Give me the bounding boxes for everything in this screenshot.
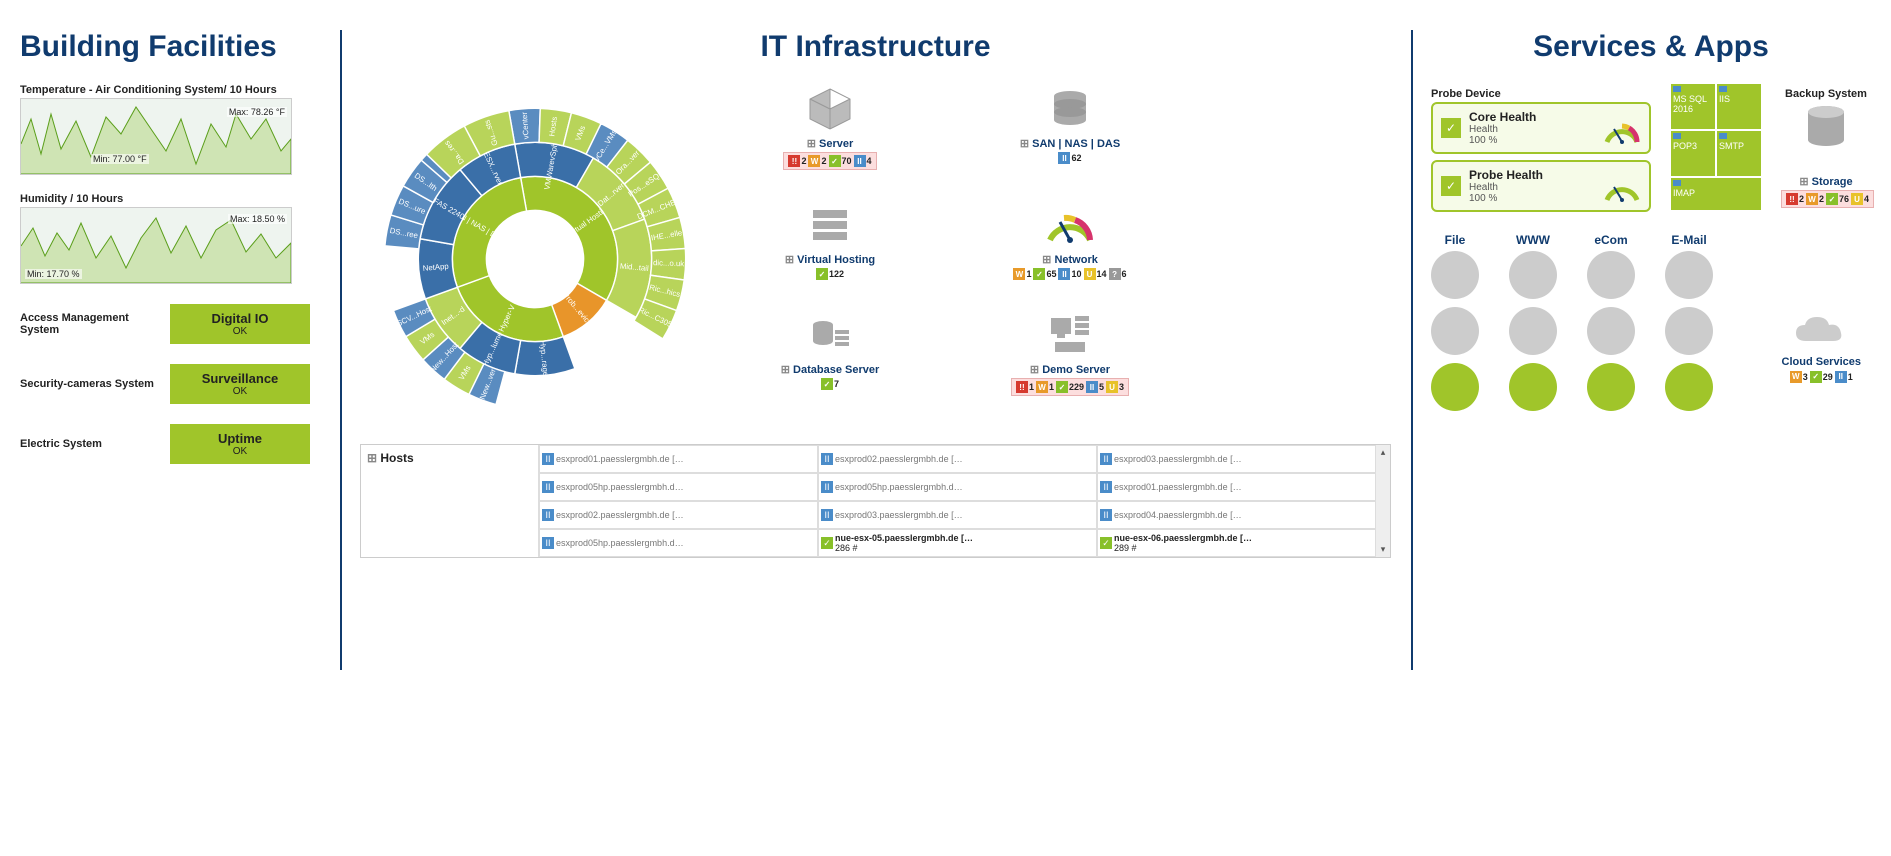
temp-chart[interactable]: Max: 78.26 °F Min: 77.00 °F — [20, 98, 292, 175]
hum-chart[interactable]: Max: 18.50 % Min: 17.70 % — [20, 207, 292, 284]
hosts-scrollbar[interactable]: ▴▾ — [1376, 445, 1390, 557]
host-cell[interactable]: IIesxprod03.paesslergmbh.de [… — [1097, 445, 1376, 473]
infra-tile[interactable]: Demo Server!!1W1✓229II5U3 — [980, 310, 1160, 396]
host-cell[interactable]: IIesxprod03.paesslergmbh.de [… — [818, 501, 1097, 529]
status-label: Security-cameras System — [20, 378, 170, 390]
status-badge[interactable]: ✓70 — [829, 155, 852, 167]
treemap-cell[interactable]: POP3 — [1671, 131, 1715, 176]
col2-title: IT Infrastructure — [360, 30, 1391, 64]
status-label: Electric System — [20, 438, 170, 450]
service-lights[interactable]: WWW — [1509, 233, 1557, 411]
treemap[interactable]: MS SQL 2016IISPOP3SMTPIMAP — [1671, 84, 1761, 223]
status-badge[interactable]: II5 — [1086, 381, 1104, 393]
divider — [340, 30, 342, 670]
storage-icon — [1801, 102, 1851, 152]
tile-icon — [740, 310, 920, 363]
host-cell[interactable]: IIesxprod05hp.paesslergmbh.d… — [539, 529, 818, 557]
status-badge[interactable]: W3 — [1790, 371, 1808, 383]
status-badge[interactable]: W1 — [1036, 381, 1054, 393]
status-badge[interactable]: W2 — [808, 155, 826, 167]
host-cell[interactable]: IIesxprod02.paesslergmbh.de [… — [818, 445, 1097, 473]
service-lights[interactable]: E-Mail — [1665, 233, 1713, 411]
status-badge[interactable]: II10 — [1058, 268, 1081, 280]
infra-tile[interactable]: Virtual Hosting✓122 — [740, 200, 920, 280]
status-badge[interactable]: U14 — [1084, 268, 1107, 280]
status-badge[interactable]: ✓65 — [1033, 268, 1056, 280]
status-badge[interactable]: U4 — [1851, 193, 1869, 205]
sunburst-chart[interactable]: Virtual HostingProb...eviceHyper-VSAN | … — [360, 84, 710, 434]
check-icon: ✓ — [1441, 176, 1461, 196]
host-cell[interactable]: IIesxprod01.paesslergmbh.de [… — [539, 445, 818, 473]
tile-icon — [980, 200, 1160, 253]
cloud-title[interactable]: Cloud Services — [1782, 356, 1861, 368]
status-tile[interactable]: Digital IOOK — [170, 304, 310, 344]
service-lights[interactable]: eCom — [1587, 233, 1635, 411]
treemap-cell[interactable]: IIS — [1717, 84, 1761, 129]
status-label: Access Management System — [20, 312, 170, 336]
tile-icon — [740, 84, 920, 137]
status-badge[interactable]: ✓7 — [821, 378, 839, 390]
status-badge[interactable]: W1 — [1013, 268, 1031, 280]
temp-max: Max: 78.26 °F — [227, 107, 287, 117]
infra-tile[interactable]: Server!!2W2✓70II4 — [740, 84, 920, 170]
tile-icon — [740, 200, 920, 253]
divider — [1411, 30, 1413, 670]
host-cell[interactable]: IIesxprod05hp.paesslergmbh.d… — [818, 473, 1097, 501]
host-cell[interactable]: IIesxprod04.paesslergmbh.de [… — [1097, 501, 1376, 529]
hum-min: Min: 17.70 % — [25, 269, 82, 279]
col1-title: Building Facilities — [20, 30, 330, 64]
status-badge[interactable]: II62 — [1058, 152, 1081, 164]
treemap-cell[interactable]: IMAP — [1671, 178, 1761, 210]
probe-card[interactable]: ✓Core HealthHealth100 % — [1431, 102, 1651, 154]
probe-card[interactable]: ✓Probe HealthHealth100 % — [1431, 160, 1651, 212]
col3-title: Services & Apps — [1431, 30, 1871, 64]
hosts-title: Hosts — [380, 451, 413, 465]
temp-chart-title: Temperature - Air Conditioning System/ 1… — [20, 84, 330, 96]
status-badge[interactable]: !!2 — [788, 155, 806, 167]
host-cell[interactable]: IIesxprod05hp.paesslergmbh.d… — [539, 473, 818, 501]
status-badge[interactable]: ✓29 — [1810, 371, 1833, 383]
status-badge[interactable]: W2 — [1806, 193, 1824, 205]
backup-title: Backup System — [1781, 88, 1871, 100]
hum-max: Max: 18.50 % — [228, 214, 287, 224]
status-badge[interactable]: !!2 — [1786, 193, 1804, 205]
status-badge[interactable]: II4 — [854, 155, 872, 167]
gauge-icon — [1601, 112, 1643, 146]
status-badge[interactable]: U3 — [1106, 381, 1124, 393]
service-lights[interactable]: File — [1431, 233, 1479, 411]
svg-text:dic...o.uk: dic...o.uk — [653, 258, 684, 268]
host-cell[interactable]: IIesxprod02.paesslergmbh.de [… — [539, 501, 818, 529]
probe-section-title: Probe Device — [1431, 88, 1651, 100]
gauge-icon — [1601, 170, 1643, 204]
status-tile[interactable]: UptimeOK — [170, 424, 310, 464]
svg-text:vCenter: vCenter — [520, 111, 531, 139]
status-badge[interactable]: II1 — [1835, 371, 1853, 383]
status-tile[interactable]: SurveillanceOK — [170, 364, 310, 404]
host-cell[interactable]: ✓nue-esx-06.paesslergmbh.de […289 # — [1097, 529, 1376, 557]
infra-tile[interactable]: SAN | NAS | DASII62 — [980, 84, 1160, 170]
status-badge[interactable]: ✓76 — [1826, 193, 1849, 205]
treemap-cell[interactable]: SMTP — [1717, 131, 1761, 176]
infra-tile[interactable]: Database Server✓7 — [740, 310, 920, 396]
storage-title[interactable]: Storage — [1799, 176, 1852, 188]
status-badge[interactable]: ?6 — [1109, 268, 1127, 280]
hosts-panel: ⊞ Hosts IIesxprod01.paesslergmbh.de […II… — [360, 444, 1391, 558]
treemap-cell[interactable]: MS SQL 2016 — [1671, 84, 1715, 129]
tile-icon — [980, 84, 1160, 137]
temp-min: Min: 77.00 °F — [91, 154, 149, 164]
host-cell[interactable]: IIesxprod01.paesslergmbh.de [… — [1097, 473, 1376, 501]
status-badge[interactable]: ✓122 — [816, 268, 844, 280]
host-cell[interactable]: ✓nue-esx-05.paesslergmbh.de […286 # — [818, 529, 1097, 557]
tile-icon — [980, 310, 1160, 363]
hum-chart-title: Humidity / 10 Hours — [20, 193, 330, 205]
cloud-icon — [1791, 311, 1851, 351]
infra-tile[interactable]: NetworkW1✓65II10U14?6 — [980, 200, 1160, 280]
check-icon: ✓ — [1441, 118, 1461, 138]
status-badge[interactable]: ✓229 — [1056, 381, 1084, 393]
status-badge[interactable]: !!1 — [1016, 381, 1034, 393]
